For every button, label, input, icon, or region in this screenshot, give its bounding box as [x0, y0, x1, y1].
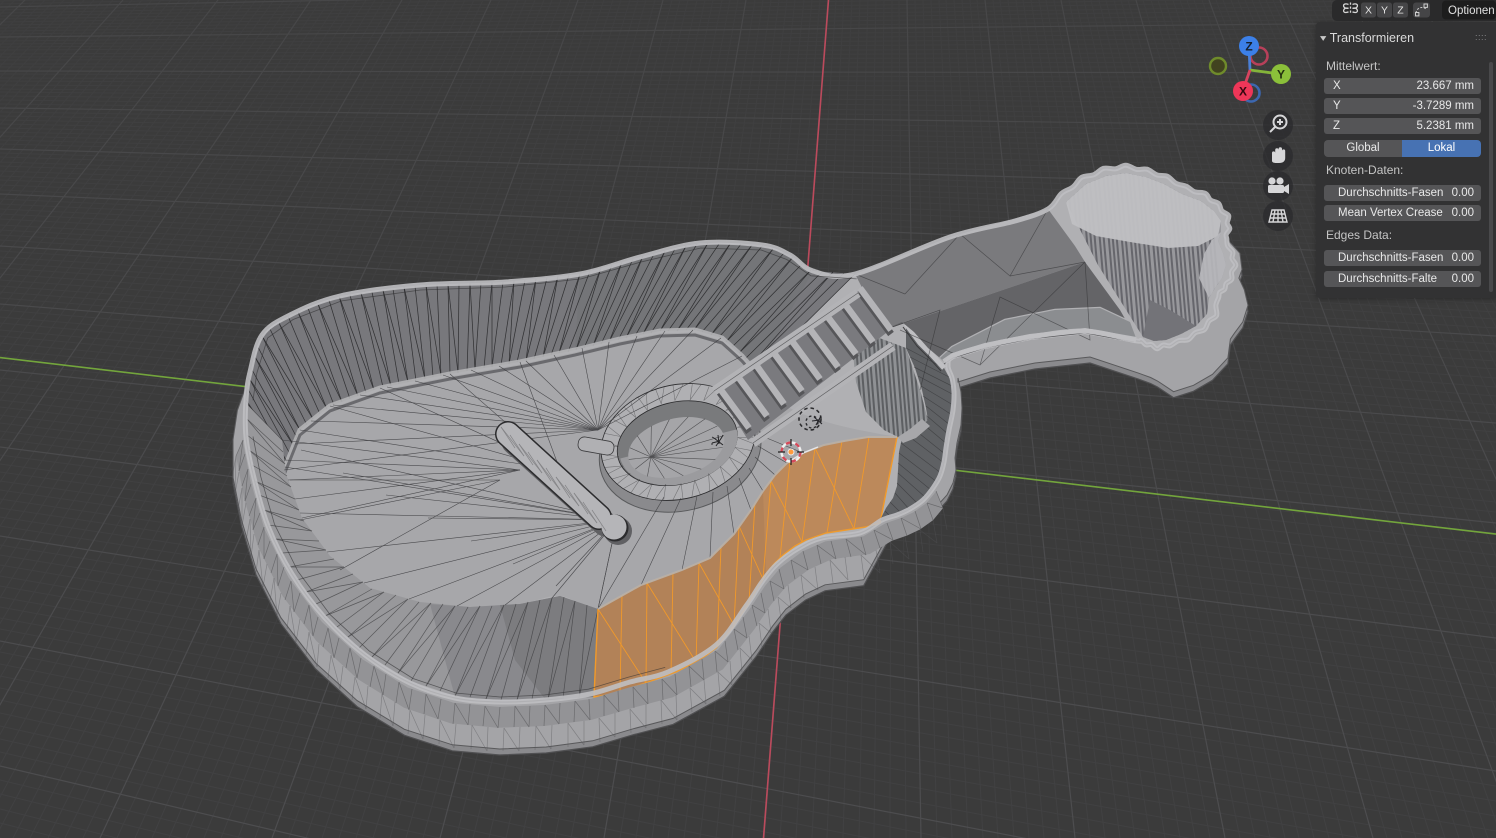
svg-text:X: X — [1239, 85, 1247, 99]
svg-text:Z: Z — [1245, 40, 1252, 54]
svg-text:Y: Y — [1277, 68, 1285, 82]
svg-text:Y: Y — [1381, 5, 1388, 17]
svg-text:Optionen: Optionen — [1448, 5, 1495, 17]
svg-text:Z: Z — [1397, 5, 1404, 17]
svg-text:X: X — [1365, 5, 1372, 17]
